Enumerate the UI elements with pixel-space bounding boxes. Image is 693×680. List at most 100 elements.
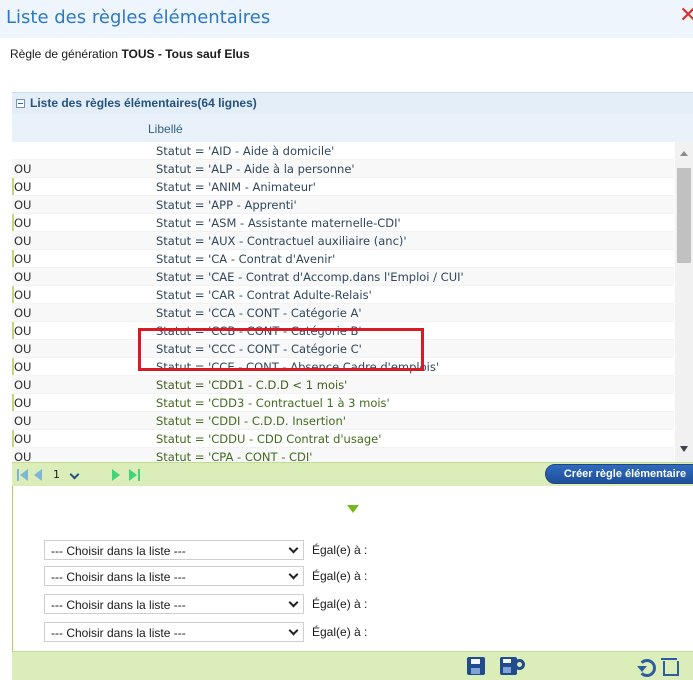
row-operator: OU: [14, 162, 32, 176]
rule-label: Statut = 'CCA - CONT - Catégorie A': [156, 306, 362, 320]
page-number: 1: [53, 468, 60, 481]
scroll-down-icon[interactable]: [680, 446, 688, 452]
filter-row: --- Choisir dans la liste --- Égal(e) à …: [44, 566, 404, 586]
row-operator: OU: [14, 234, 32, 248]
operator-label: Égal(e) à :: [312, 569, 368, 583]
rules-grid: Statut = 'AID - Aide à domicile' OU Stat…: [12, 142, 674, 462]
filter-row: --- Choisir dans la liste --- Égal(e) à …: [44, 622, 404, 642]
table-row[interactable]: OU Statut = 'CCE - CONT - Absence Cadre …: [12, 358, 674, 376]
operator-label: Égal(e) à :: [312, 597, 368, 611]
table-row[interactable]: OU Statut = 'CPA - CONT - CDI': [12, 448, 674, 462]
sync-icon: [514, 659, 525, 670]
row-operator: OU: [14, 450, 32, 462]
column-header: Libellé: [12, 114, 693, 142]
table-row[interactable]: OU Statut = 'CDDI - C.D.D. Insertion': [12, 412, 674, 430]
field-select[interactable]: --- Choisir dans la liste ---: [44, 622, 304, 642]
row-operator: OU: [14, 198, 32, 212]
rules-panel-title: Liste des règles élémentaires(64 lignes): [30, 96, 257, 110]
table-row[interactable]: OU Statut = 'CCC - CONT - Catégorie C': [12, 340, 674, 358]
row-operator: OU: [14, 342, 32, 356]
rule-label: Statut = 'ASM - Assistante maternelle-CD…: [156, 216, 401, 230]
field-select[interactable]: --- Choisir dans la liste ---: [44, 594, 304, 614]
field-select[interactable]: --- Choisir dans la liste ---: [44, 540, 304, 560]
rule-label: Statut = 'CCC - CONT - Catégorie C': [156, 342, 362, 356]
rule-label: Statut = 'CA - Contrat d'Avenir': [156, 252, 336, 266]
rule-label: Statut = 'ALP - Aide à la personne': [156, 162, 355, 176]
page-select[interactable]: 1: [50, 467, 90, 483]
table-row[interactable]: OU Statut = 'AUX - Contractuel auxiliair…: [12, 232, 674, 250]
table-row[interactable]: OU Statut = 'CAR - Contrat Adulte-Relais…: [12, 286, 674, 304]
expand-icon[interactable]: [347, 505, 359, 513]
collapse-icon[interactable]: [16, 99, 25, 108]
previous-page-icon[interactable]: [34, 469, 42, 481]
table-row[interactable]: Statut = 'AID - Aide à domicile': [12, 142, 674, 160]
footer-toolbar: [12, 651, 693, 680]
table-row[interactable]: OU Statut = 'CA - Contrat d'Avenir': [12, 250, 674, 268]
grid-scrollbar[interactable]: [675, 142, 693, 462]
close-icon[interactable]: ✕: [679, 5, 693, 27]
table-row[interactable]: OU Statut = 'CDD3 - Contractuel 1 à 3 mo…: [12, 394, 674, 412]
rule-label: Statut = 'CDDI - C.D.D. Insertion': [156, 414, 346, 428]
chevron-down-icon: [288, 597, 299, 608]
row-operator: OU: [14, 414, 32, 428]
column-label-libelle: Libellé: [148, 122, 183, 136]
rule-label: Statut = 'CDDU - CDD Contrat d'usage': [156, 432, 382, 446]
table-row[interactable]: OU Statut = 'CDDU - CDD Contrat d'usage': [12, 430, 674, 448]
create-elementary-rule-button[interactable]: Créer règle élémentaire: [545, 464, 693, 484]
table-row[interactable]: OU Statut = 'CCA - CONT - Catégorie A': [12, 304, 674, 322]
row-operator: OU: [14, 270, 32, 284]
first-page-icon[interactable]: [17, 469, 29, 481]
row-operator: OU: [14, 288, 32, 302]
field-select[interactable]: --- Choisir dans la liste ---: [44, 566, 304, 586]
subtitle-label: Règle de génération: [10, 47, 119, 61]
rule-label: Statut = 'CDD1 - C.D.D < 1 mois': [156, 378, 348, 392]
rule-label: Statut = 'CPA - CONT - CDI': [156, 450, 313, 462]
operator-label: Égal(e) à :: [312, 625, 368, 639]
table-row[interactable]: OU Statut = 'ASM - Assistante maternelle…: [12, 214, 674, 232]
table-row[interactable]: OU Statut = 'APP - Apprenti': [12, 196, 674, 214]
rule-label: Statut = 'CDD3 - Contractuel 1 à 3 mois': [156, 396, 390, 410]
filter-row: --- Choisir dans la liste --- Égal(e) à …: [44, 540, 404, 560]
rule-generation-subtitle: Règle de génération TOUS - Tous sauf Elu…: [10, 47, 250, 61]
rule-label: Statut = 'AUX - Contractuel auxiliaire (…: [156, 234, 407, 248]
form-left-accent: [12, 486, 13, 660]
rule-label: Statut = 'AID - Aide à domicile': [156, 144, 335, 158]
row-operator: OU: [14, 378, 32, 392]
table-row[interactable]: OU Statut = 'CAE - Contrat d'Accomp.dans…: [12, 268, 674, 286]
page-title: Liste des règles élémentaires: [6, 7, 271, 28]
row-operator: OU: [14, 432, 32, 446]
refresh-icon[interactable]: [636, 657, 656, 677]
table-row[interactable]: OU Statut = 'ALP - Aide à la personne': [12, 160, 674, 178]
next-page-icon[interactable]: [112, 469, 120, 481]
row-operator: OU: [14, 396, 32, 410]
trash-icon[interactable]: [661, 657, 679, 676]
rule-label: Statut = 'CCE - CONT - Absence Cadre d'e…: [156, 360, 440, 374]
chevron-down-icon: [288, 569, 299, 580]
field-select-value: --- Choisir dans la liste ---: [51, 598, 186, 612]
save-all-icon[interactable]: [500, 657, 527, 675]
chevron-down-icon: [69, 469, 80, 480]
rule-label: Statut = 'APP - Apprenti': [156, 198, 297, 212]
rule-label: Statut = 'CCB - CONT - Catégorie B': [156, 324, 362, 338]
row-operator: OU: [14, 324, 32, 338]
pager-bar: 1 Créer règle élémentaire: [12, 462, 693, 486]
table-row[interactable]: OU Statut = 'CDD1 - C.D.D < 1 mois': [12, 376, 674, 394]
row-operator: OU: [14, 180, 32, 194]
table-row[interactable]: OU Statut = 'ANIM - Animateur': [12, 178, 674, 196]
scroll-up-icon[interactable]: [680, 151, 688, 156]
rules-panel-header[interactable]: Liste des règles élémentaires(64 lignes): [12, 92, 693, 114]
title-bar: Liste des règles élémentaires ✕: [0, 0, 693, 38]
row-operator: OU: [14, 216, 32, 230]
chevron-down-icon: [288, 543, 299, 554]
field-select-value: --- Choisir dans la liste ---: [51, 544, 186, 558]
rule-label: Statut = 'CAR - Contrat Adulte-Relais': [156, 288, 372, 302]
field-select-value: --- Choisir dans la liste ---: [51, 626, 186, 640]
operator-label: Égal(e) à :: [312, 543, 368, 557]
save-icon[interactable]: [467, 657, 485, 675]
rule-label: Statut = 'CAE - Contrat d'Accomp.dans l'…: [156, 270, 464, 284]
row-operator: OU: [14, 306, 32, 320]
chevron-down-icon: [288, 625, 299, 636]
scroll-thumb[interactable]: [677, 168, 691, 263]
table-row[interactable]: OU Statut = 'CCB - CONT - Catégorie B': [12, 322, 674, 340]
last-page-icon[interactable]: [129, 469, 141, 481]
